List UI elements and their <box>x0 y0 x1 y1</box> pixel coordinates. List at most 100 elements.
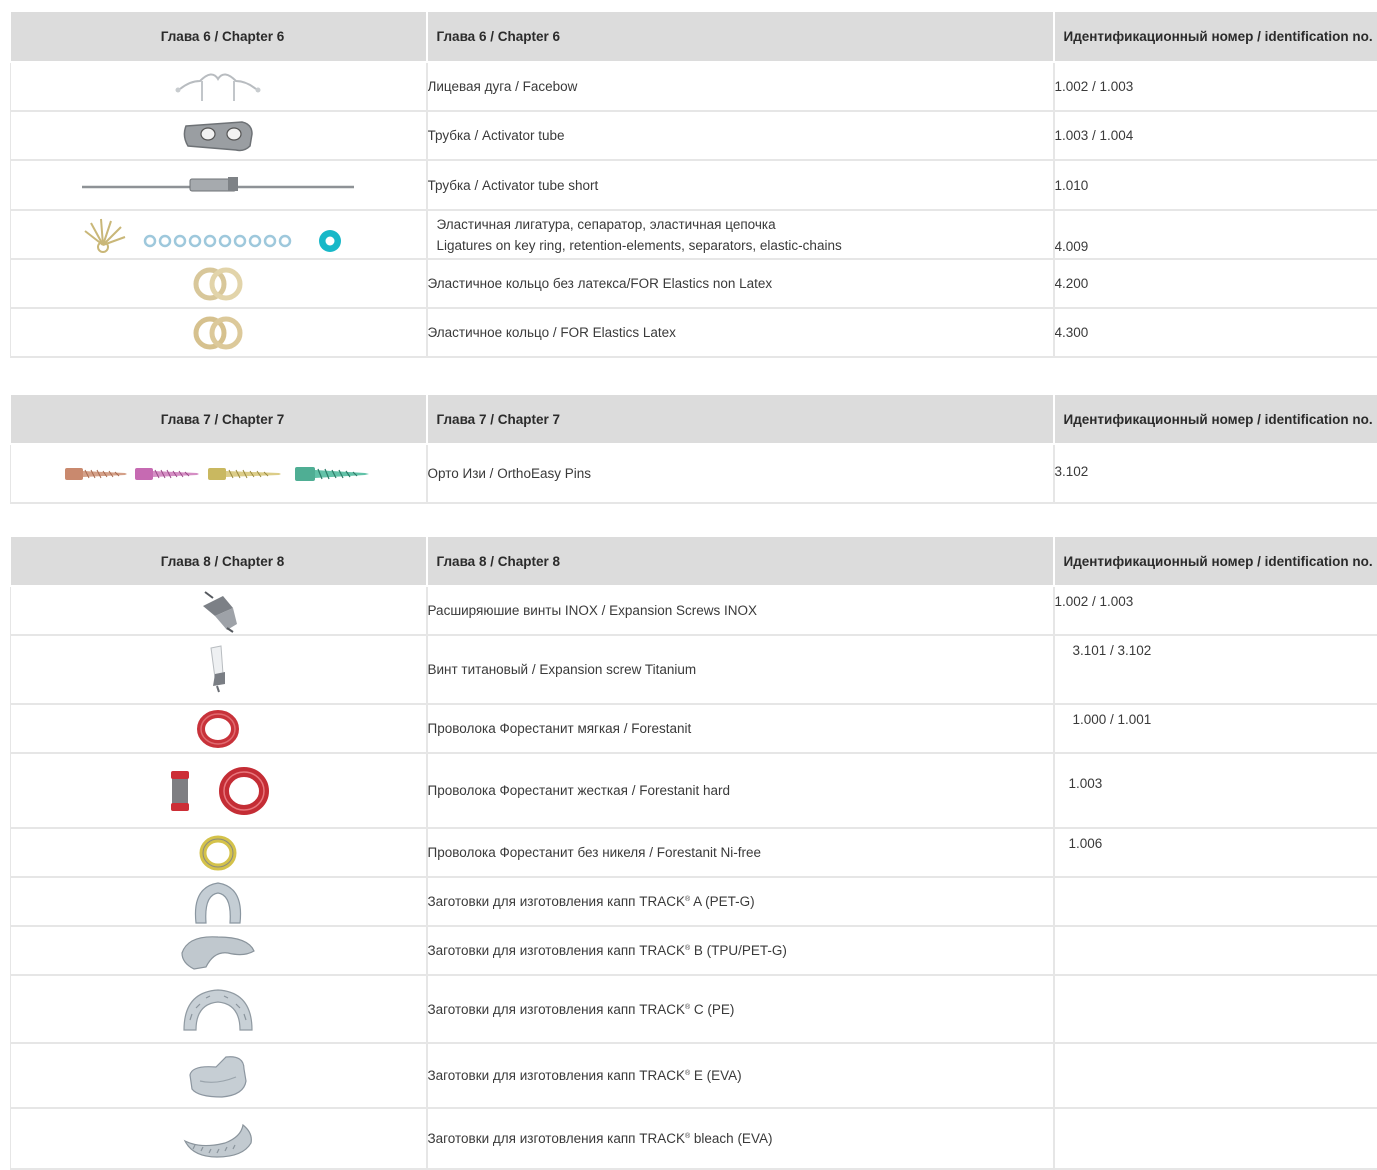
table-row: Заготовки для изготовления капп TRACK® E… <box>11 1043 1377 1108</box>
product-image <box>11 586 427 635</box>
identification-number: 3.101 / 3.102 <box>1054 635 1377 704</box>
aligner-c-icon <box>178 984 258 1034</box>
identification-number <box>1054 926 1377 975</box>
table-row: Заготовки для изготовления капп TRACK® C… <box>11 975 1377 1043</box>
product-description: Трубка / Activator tube <box>427 111 1054 160</box>
header-identification: Идентификационный номер / identification… <box>1054 395 1377 444</box>
product-description: Проволока Форестанит без никеля / Forest… <box>427 828 1054 877</box>
expansion-screw-icon <box>193 588 243 634</box>
wire-coil-red-icon <box>196 709 240 749</box>
table-row: Эластичная лигатура, сепаратор, эластичн… <box>11 210 1377 259</box>
table-row: Заготовки для изготовления капп TRACK® B… <box>11 926 1377 975</box>
product-image <box>11 62 427 111</box>
identification-number <box>1054 877 1377 926</box>
header-description: Глава 7 / Chapter 7 <box>427 395 1054 444</box>
identification-number: 1.002 / 1.003 <box>1054 586 1377 635</box>
product-image <box>11 926 427 975</box>
header-chapter: Глава 8 / Chapter 8 <box>11 537 427 586</box>
header-description: Глава 6 / Chapter 6 <box>427 12 1054 62</box>
product-image <box>11 975 427 1043</box>
table-row: Проволока Форестанит мягкая / Forestanit… <box>11 704 1377 753</box>
registered-mark: ® <box>685 945 690 952</box>
product-description: Орто Изи / OrthoEasy Pins <box>427 444 1054 503</box>
registered-mark: ® <box>685 1133 690 1140</box>
product-description: Проволока Форестанит мягкая / Forestanit <box>427 704 1054 753</box>
wire-coil-gold-icon <box>196 833 240 873</box>
identification-number: 1.003 <box>1054 753 1377 828</box>
elastic-rings-latex-icon <box>188 311 248 355</box>
aligner-bleach-icon <box>181 1119 255 1159</box>
product-image <box>11 1043 427 1108</box>
aligner-a-icon <box>188 879 248 925</box>
aligner-e-icon <box>186 1051 250 1101</box>
description-variant: A (PET-G) <box>690 894 755 909</box>
table-row: Трубка / Activator tube 1.003 / 1.004 <box>11 111 1377 160</box>
product-description: Лицевая дуга / Facebow <box>427 62 1054 111</box>
description-text: Заготовки для изготовления капп TRACK <box>428 894 685 909</box>
activator-tube-short-icon <box>78 173 358 197</box>
header-identification: Идентификационный номер / identification… <box>1054 12 1377 62</box>
table-row: Эластичное кольцо без латекса/FOR Elasti… <box>11 259 1377 308</box>
table-row: Расширяюшие винты INOX / Expansion Screw… <box>11 586 1377 635</box>
table-header-row: Глава 7 / Chapter 7 Глава 7 / Chapter 7 … <box>11 395 1377 444</box>
table-row: Заготовки для изготовления капп TRACK® A… <box>11 877 1377 926</box>
product-description: Заготовки для изготовления капп TRACK® A… <box>427 877 1054 926</box>
elastic-rings-icon <box>188 262 248 306</box>
header-identification: Идентификационный номер / identification… <box>1054 537 1377 586</box>
table-row: Орто Изи / OrthoEasy Pins 3.102 <box>11 444 1377 503</box>
table-row: Эластичное кольцо / FOR Elastics Latex 4… <box>11 308 1377 357</box>
identification-number <box>1054 1043 1377 1108</box>
product-description: Заготовки для изготовления капп TRACK® E… <box>427 1043 1054 1108</box>
product-description: Эластичное кольцо / FOR Elastics Latex <box>427 308 1054 357</box>
facebow-icon <box>168 67 268 107</box>
chapter8-table: Глава 8 / Chapter 8 Глава 8 / Chapter 8 … <box>10 537 1377 1170</box>
wire-spool-hard-icon <box>158 763 278 819</box>
table-row: Лицевая дуга / Facebow 1.002 / 1.003 <box>11 62 1377 111</box>
product-image <box>11 259 427 308</box>
header-chapter: Глава 6 / Chapter 6 <box>11 12 427 62</box>
titanium-screw-icon <box>203 644 233 696</box>
product-description: Заготовки для изготовления капп TRACK® C… <box>427 975 1054 1043</box>
product-image <box>11 753 427 828</box>
table-row: Проволока Форестанит без никеля / Forest… <box>11 828 1377 877</box>
identification-number: 4.300 <box>1054 308 1377 357</box>
identification-number: 1.002 / 1.003 <box>1054 62 1377 111</box>
ligatures-icon <box>73 215 363 255</box>
chapter6-table: Глава 6 / Chapter 6 Глава 6 / Chapter 6 … <box>10 12 1377 358</box>
product-image <box>11 877 427 926</box>
product-image <box>11 828 427 877</box>
table-row: Проволока Форестанит жесткая / Forestani… <box>11 753 1377 828</box>
product-description: Эластичное кольцо без латекса/FOR Elasti… <box>427 259 1054 308</box>
product-description: Трубка / Activator tube short <box>427 160 1054 210</box>
identification-number: 1.010 <box>1054 160 1377 210</box>
description-text: Заготовки для изготовления капп TRACK <box>428 1002 685 1017</box>
identification-number: 4.009 <box>1054 210 1377 259</box>
header-chapter: Глава 7 / Chapter 7 <box>11 395 427 444</box>
identification-number: 1.006 <box>1054 828 1377 877</box>
description-variant: bleach (EVA) <box>690 1131 772 1146</box>
description-variant: B (TPU/PET-G) <box>690 943 787 958</box>
identification-number: 4.200 <box>1054 259 1377 308</box>
activator-tube-icon <box>178 116 258 156</box>
header-description: Глава 8 / Chapter 8 <box>427 537 1054 586</box>
table-header-row: Глава 8 / Chapter 8 Глава 8 / Chapter 8 … <box>11 537 1377 586</box>
registered-mark: ® <box>685 1070 690 1077</box>
product-image <box>11 635 427 704</box>
description-line-en: Ligatures on key ring, retention-element… <box>437 235 1053 256</box>
product-description: Винт титановый / Expansion screw Titaniu… <box>427 635 1054 704</box>
product-image <box>11 210 427 259</box>
product-image <box>11 444 427 503</box>
product-image <box>11 704 427 753</box>
registered-mark: ® <box>685 896 690 903</box>
registered-mark: ® <box>685 1004 690 1011</box>
product-description: Эластичная лигатура, сепаратор, эластичн… <box>427 210 1054 259</box>
description-text: Заготовки для изготовления капп TRACK <box>428 1131 685 1146</box>
identification-number: 3.102 <box>1054 444 1377 503</box>
aligner-b-icon <box>178 931 258 971</box>
description-variant: C (PE) <box>690 1002 734 1017</box>
product-image <box>11 308 427 357</box>
description-line-ru: Эластичная лигатура, сепаратор, эластичн… <box>437 214 1053 235</box>
ortho-pins-icon <box>63 462 373 486</box>
table-header-row: Глава 6 / Chapter 6 Глава 6 / Chapter 6 … <box>11 12 1377 62</box>
product-description: Проволока Форестанит жесткая / Forestani… <box>427 753 1054 828</box>
